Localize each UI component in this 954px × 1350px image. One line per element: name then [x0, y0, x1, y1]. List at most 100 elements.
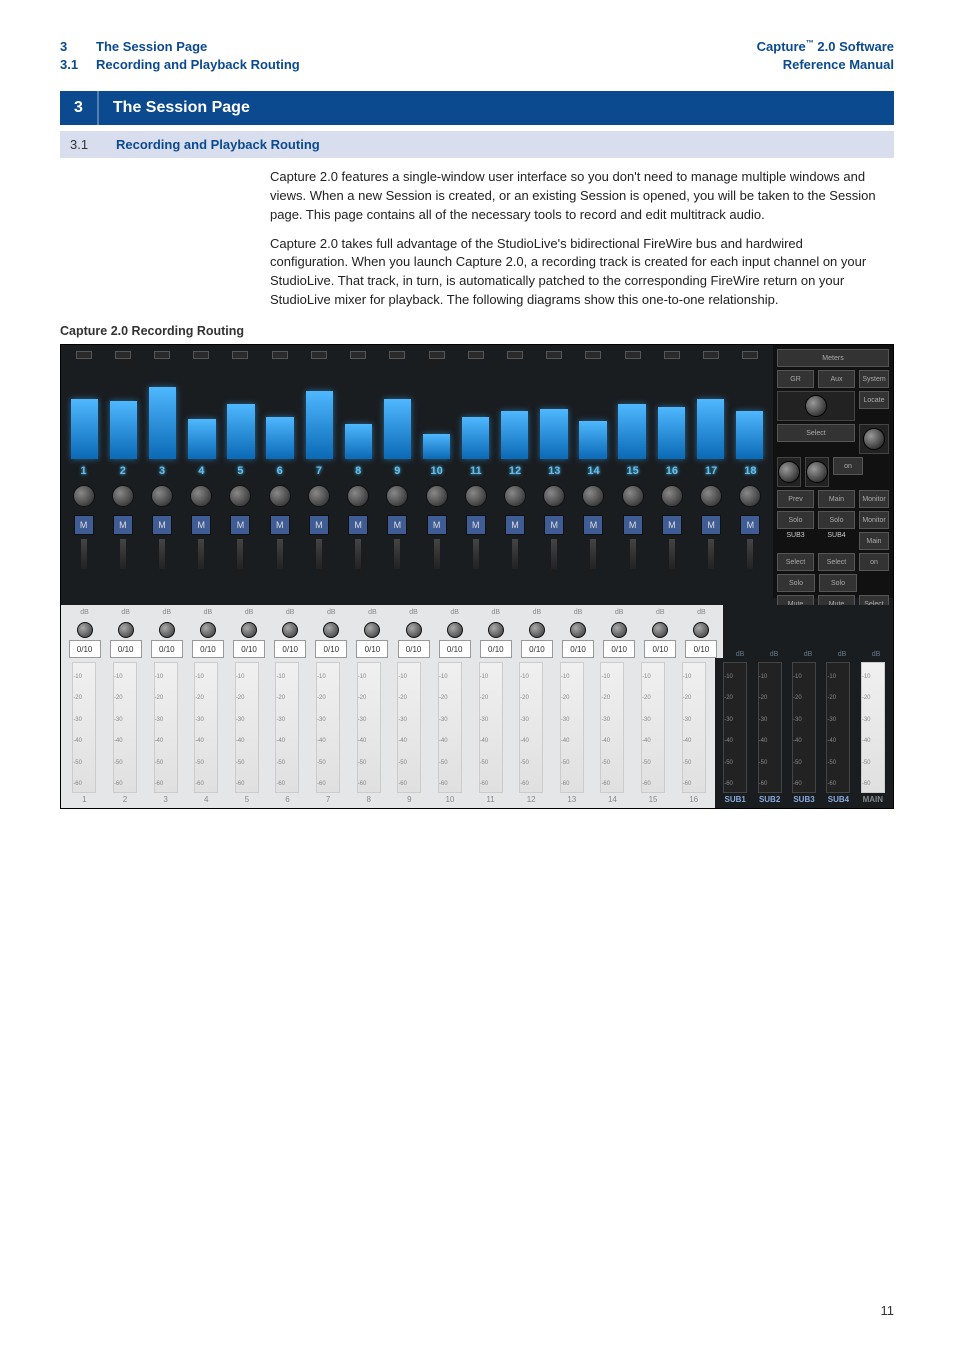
pan-knob[interactable] [347, 485, 369, 507]
link-icon[interactable] [625, 351, 641, 359]
sp-main2[interactable]: Main [859, 532, 889, 550]
mute-button[interactable]: M [348, 515, 368, 535]
link-icon[interactable] [193, 351, 209, 359]
trim-knob[interactable] [118, 622, 134, 638]
mute-button[interactable]: M [740, 515, 760, 535]
track-label-box[interactable]: 0/10 [398, 640, 430, 658]
track-label-box[interactable]: 0/10 [603, 640, 635, 658]
pan-knob[interactable] [308, 485, 330, 507]
trim-knob[interactable] [652, 622, 668, 638]
sp-mon2[interactable]: Monitor [859, 511, 889, 529]
mute-button[interactable]: M [544, 515, 564, 535]
mute-button[interactable]: M [152, 515, 172, 535]
pan-knob[interactable] [582, 485, 604, 507]
link-icon[interactable] [468, 351, 484, 359]
link-icon[interactable] [154, 351, 170, 359]
track-label-box[interactable]: 0/10 [480, 640, 512, 658]
link-icon[interactable] [389, 351, 405, 359]
pan-knob[interactable] [190, 485, 212, 507]
track-label-box[interactable]: 0/10 [685, 640, 717, 658]
trim-knob[interactable] [364, 622, 380, 638]
trim-knob[interactable] [159, 622, 175, 638]
dial-b[interactable] [806, 461, 828, 483]
pan-knob[interactable] [426, 485, 448, 507]
link-icon[interactable] [585, 351, 601, 359]
sp-meters[interactable]: Meters [777, 349, 889, 367]
track-label-box[interactable]: 0/10 [110, 640, 142, 658]
mute-button[interactable]: M [623, 515, 643, 535]
track-label-box[interactable]: 0/10 [644, 640, 676, 658]
trim-knob[interactable] [323, 622, 339, 638]
track-label-box[interactable]: 0/10 [315, 640, 347, 658]
pan-knob[interactable] [543, 485, 565, 507]
track-label-box[interactable]: 0/10 [192, 640, 224, 658]
track-label-box[interactable]: 0/10 [521, 640, 553, 658]
pan-knob[interactable] [661, 485, 683, 507]
link-icon[interactable] [76, 351, 92, 359]
pan-knob[interactable] [700, 485, 722, 507]
link-icon[interactable] [546, 351, 562, 359]
pan-knob[interactable] [386, 485, 408, 507]
track-label-box[interactable]: 0/10 [274, 640, 306, 658]
sp-prev[interactable]: Prev [777, 490, 814, 508]
monitor-dial[interactable] [805, 395, 827, 417]
mute-button[interactable]: M [309, 515, 329, 535]
sp-gr[interactable]: GR [777, 370, 814, 388]
pan-knob[interactable] [73, 485, 95, 507]
mute-button[interactable]: M [583, 515, 603, 535]
link-icon[interactable] [311, 351, 327, 359]
pan-knob[interactable] [504, 485, 526, 507]
mute-button[interactable]: M [662, 515, 682, 535]
trim-knob[interactable] [693, 622, 709, 638]
sp-select-3[interactable]: Select [818, 553, 855, 571]
mute-button[interactable]: M [701, 515, 721, 535]
link-icon[interactable] [507, 351, 523, 359]
sp-main[interactable]: Main [818, 490, 855, 508]
link-icon[interactable] [429, 351, 445, 359]
mute-button[interactable]: M [191, 515, 211, 535]
mute-button[interactable]: M [505, 515, 525, 535]
link-icon[interactable] [703, 351, 719, 359]
track-label-box[interactable]: 0/10 [233, 640, 265, 658]
sp-solo-c[interactable]: Solo [777, 574, 815, 592]
pan-knob[interactable] [269, 485, 291, 507]
pan-knob[interactable] [229, 485, 251, 507]
trim-knob[interactable] [282, 622, 298, 638]
pan-knob[interactable] [112, 485, 134, 507]
trim-knob[interactable] [570, 622, 586, 638]
sp-aux[interactable]: Aux [818, 370, 855, 388]
pan-knob[interactable] [151, 485, 173, 507]
pan-knob[interactable] [739, 485, 761, 507]
trim-knob[interactable] [488, 622, 504, 638]
mute-button[interactable]: M [74, 515, 94, 535]
mute-button[interactable]: M [230, 515, 250, 535]
trim-knob[interactable] [241, 622, 257, 638]
track-label-box[interactable]: 0/10 [439, 640, 471, 658]
trim-knob[interactable] [611, 622, 627, 638]
sp-select-1[interactable]: Select [777, 424, 855, 442]
sp-mon[interactable]: Monitor [859, 490, 889, 508]
link-icon[interactable] [232, 351, 248, 359]
mute-button[interactable]: M [387, 515, 407, 535]
sp-select-2[interactable]: Select [777, 553, 814, 571]
talkback-dial[interactable] [863, 428, 885, 450]
track-label-box[interactable]: 0/10 [69, 640, 101, 658]
track-label-box[interactable]: 0/10 [151, 640, 183, 658]
dial-a[interactable] [778, 461, 800, 483]
sp-solo-b[interactable]: Solo [818, 511, 855, 529]
sp-system[interactable]: System [859, 370, 889, 388]
link-icon[interactable] [742, 351, 758, 359]
trim-knob[interactable] [406, 622, 422, 638]
link-icon[interactable] [115, 351, 131, 359]
sp-solo-a[interactable]: Solo [777, 511, 814, 529]
track-label-box[interactable]: 0/10 [356, 640, 388, 658]
link-icon[interactable] [350, 351, 366, 359]
pan-knob[interactable] [622, 485, 644, 507]
sp-on[interactable]: on [833, 457, 863, 475]
trim-knob[interactable] [77, 622, 93, 638]
mute-button[interactable]: M [270, 515, 290, 535]
mute-button[interactable]: M [466, 515, 486, 535]
sp-on2[interactable]: on [859, 553, 889, 571]
sp-locate[interactable]: Locate [859, 391, 889, 409]
trim-knob[interactable] [200, 622, 216, 638]
